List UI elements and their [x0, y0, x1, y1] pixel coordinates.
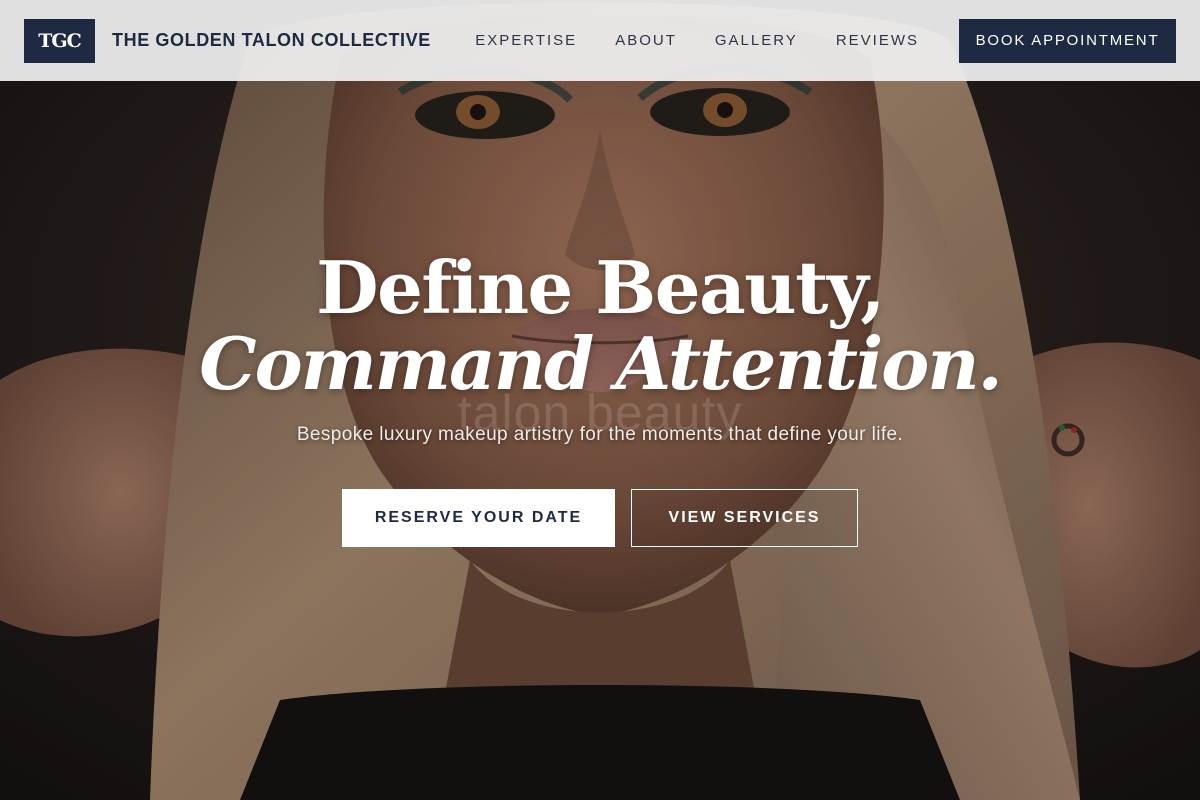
top-navigation: TGC THE GOLDEN TALON COLLECTIVE EXPERTIS…: [0, 0, 1200, 81]
nav-link-expertise[interactable]: EXPERTISE: [475, 32, 577, 49]
nav-links: EXPERTISE ABOUT GALLERY REVIEWS: [475, 32, 959, 49]
hero-headline: Define Beauty, Command Attention.: [0, 252, 1200, 400]
view-services-button[interactable]: VIEW SERVICES: [631, 489, 858, 547]
logo[interactable]: TGC: [24, 18, 95, 63]
reserve-your-date-button[interactable]: RESERVE YOUR DATE: [342, 489, 615, 547]
headline-line-1: Define Beauty,: [316, 245, 885, 330]
book-appointment-button[interactable]: BOOK APPOINTMENT: [959, 18, 1176, 63]
nav-link-reviews[interactable]: REVIEWS: [836, 32, 919, 49]
hero-subtitle: Bespoke luxury makeup artistry for the m…: [296, 424, 904, 445]
headline-line-2: Command Attention.: [199, 321, 1002, 406]
nav-link-gallery[interactable]: GALLERY: [715, 32, 798, 49]
nav-link-about[interactable]: ABOUT: [615, 32, 677, 49]
brand-name[interactable]: THE GOLDEN TALON COLLECTIVE: [112, 30, 431, 51]
